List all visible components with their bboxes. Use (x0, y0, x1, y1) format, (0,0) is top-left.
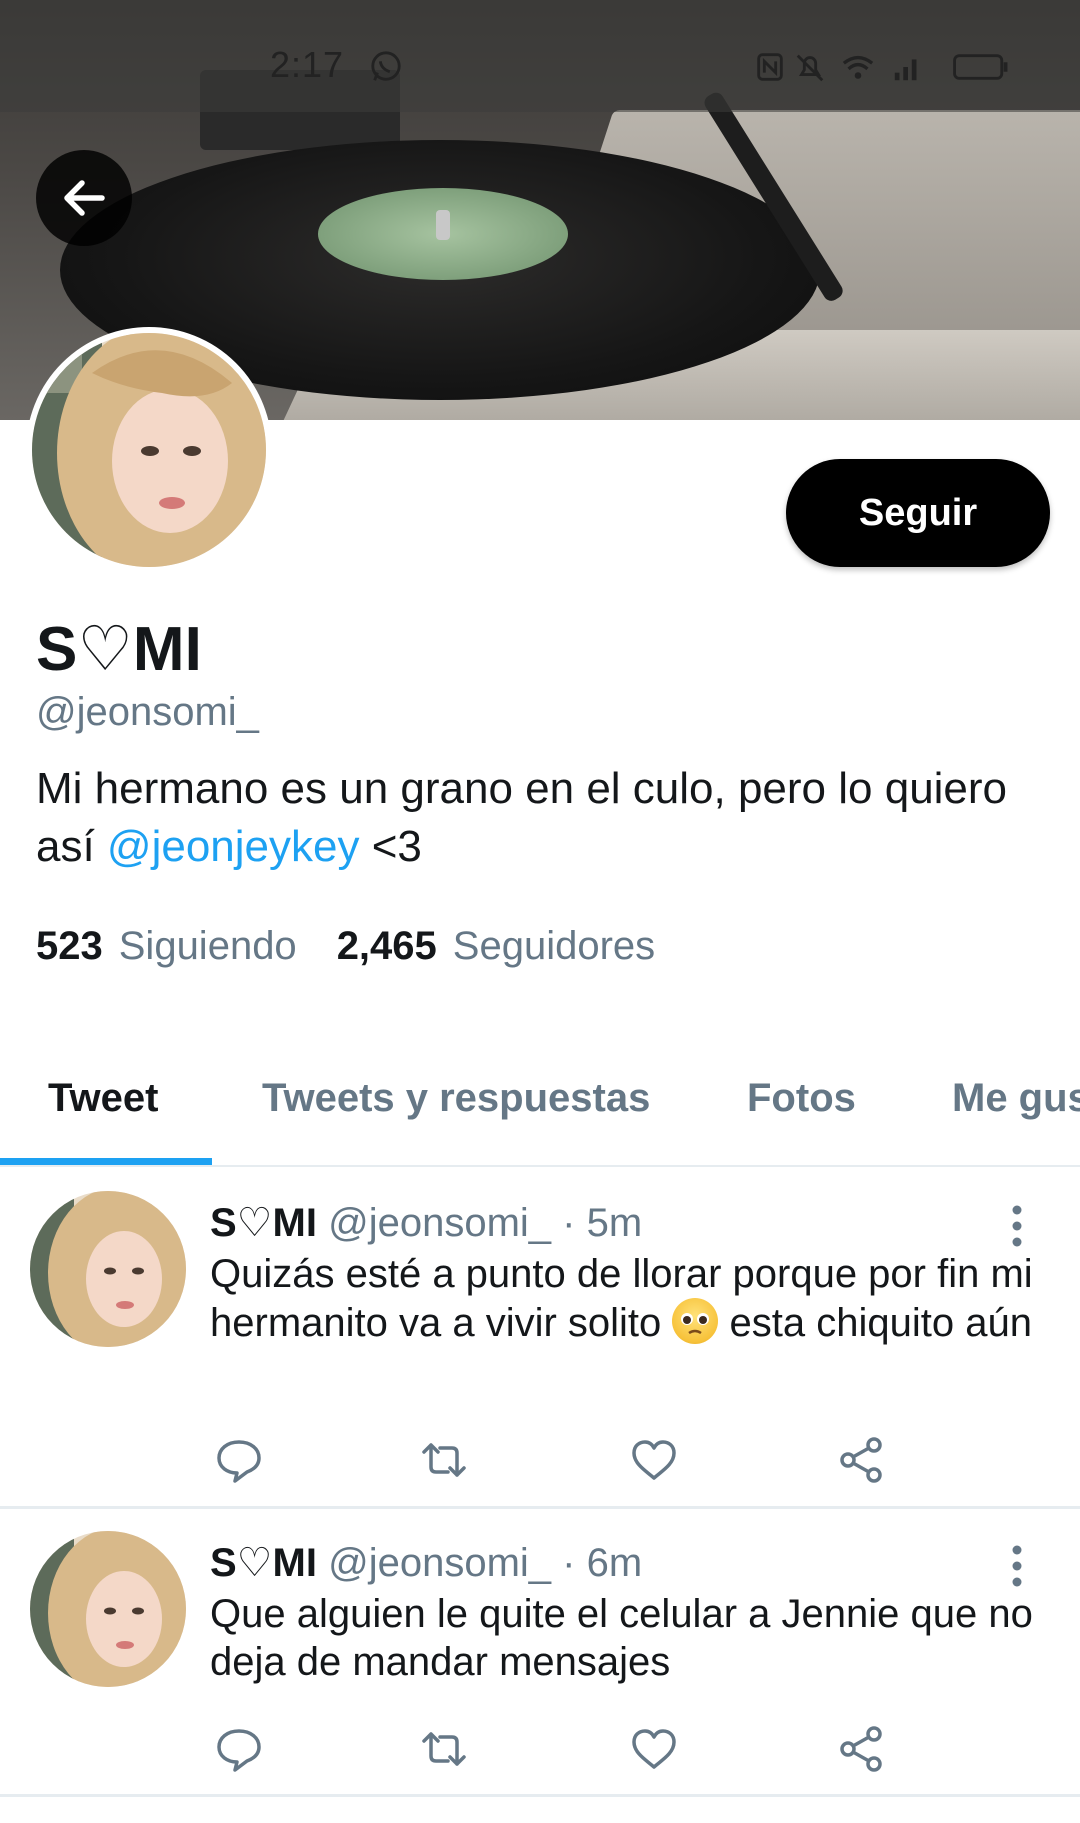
tab-likes[interactable]: Me gus (952, 1076, 1080, 1121)
profile-stats: 523 Siguiendo 2,465 Seguidores (36, 924, 655, 969)
tweet-item[interactable]: S♡MI @jeonsomi_ · 5m Quizás esté a punto… (0, 1190, 1080, 1510)
tweet-avatar[interactable] (30, 1191, 186, 1347)
retweet-icon[interactable] (418, 1434, 470, 1486)
tweet-item[interactable]: S♡MI @jeonsomi_ · 6m Que alguien le quit… (0, 1530, 1080, 1820)
profile-avatar[interactable] (26, 327, 272, 573)
wifi-icon (842, 55, 874, 79)
tweet-actions (210, 1723, 910, 1779)
tweet-author-name[interactable]: S♡MI (210, 1541, 317, 1585)
tweet-avatar-photo (30, 1531, 186, 1687)
nfc-icon (757, 53, 783, 81)
followers-label[interactable]: Seguidores (453, 924, 655, 969)
like-heart-icon[interactable] (628, 1723, 680, 1775)
bio-suffix: <3 (359, 822, 422, 871)
tweet-separator: · (562, 1201, 576, 1245)
tweet-time: 6m (586, 1541, 643, 1585)
tab-tweets[interactable]: Tweet (48, 1076, 158, 1121)
profile-bio: Mi hermano es un grano en el culo, pero … (36, 760, 1036, 876)
back-button[interactable] (36, 150, 132, 246)
following-label[interactable]: Siguiendo (119, 924, 297, 969)
followers-count[interactable]: 2,465 (337, 924, 437, 969)
pleading-face-emoji (672, 1298, 719, 1344)
reply-icon[interactable] (213, 1434, 265, 1486)
tweet-author-handle[interactable]: @jeonsomi_ (328, 1201, 551, 1245)
tweet-divider (0, 1794, 1080, 1797)
tweet-author-handle[interactable]: @jeonsomi_ (328, 1541, 551, 1585)
status-time: 2:17 (270, 44, 345, 85)
profile-avatar-photo (32, 333, 266, 567)
tweet-header: S♡MI @jeonsomi_ · 5m (210, 1200, 642, 1246)
tweet-divider (0, 1506, 1080, 1509)
pleading-face-icon (681, 1313, 710, 1335)
following-count[interactable]: 523 (36, 924, 103, 969)
share-icon[interactable] (836, 1434, 888, 1486)
tweet-separator: · (562, 1541, 576, 1585)
tweet-avatar[interactable] (30, 1531, 186, 1687)
tweet-header: S♡MI @jeonsomi_ · 6m (210, 1540, 642, 1586)
signal-icon (894, 59, 917, 81)
tweet-avatar-photo (30, 1191, 186, 1347)
profile-tabs: Tweet Tweets y respuestas Fotos Me gus (0, 1058, 1080, 1168)
share-icon[interactable] (836, 1723, 888, 1775)
tweet-text: Que alguien le quite el celular a Jennie… (210, 1592, 1033, 1684)
more-options-icon[interactable] (1000, 1542, 1034, 1590)
tab-tweets-and-replies[interactable]: Tweets y respuestas (262, 1076, 650, 1121)
banner-spindle (436, 210, 450, 240)
retweet-icon[interactable] (418, 1723, 470, 1775)
more-options-icon[interactable] (1000, 1202, 1034, 1250)
tweet-time: 5m (586, 1201, 643, 1245)
reply-icon[interactable] (213, 1723, 265, 1775)
whatsapp-icon (371, 51, 401, 81)
battery-icon (953, 54, 1008, 80)
tweet-author-name[interactable]: S♡MI (210, 1201, 317, 1245)
profile-display-name: S♡MI (36, 615, 202, 684)
bio-mention-link[interactable]: @jeonjeykey (107, 822, 360, 871)
tweet-actions (210, 1434, 910, 1490)
tabs-divider (0, 1165, 1080, 1167)
profile-handle: @jeonsomi_ (36, 690, 259, 734)
tab-photos[interactable]: Fotos (747, 1076, 856, 1121)
tweet-text-part: esta chiquito aún (718, 1301, 1032, 1345)
like-heart-icon[interactable] (628, 1434, 680, 1486)
active-tab-indicator (0, 1158, 212, 1165)
mute-bell-icon (796, 54, 824, 82)
follow-button[interactable]: Seguir (786, 459, 1050, 567)
arrow-left-icon (64, 180, 105, 216)
tweet-text: Quizás esté a punto de llorar porque por… (210, 1250, 1040, 1347)
